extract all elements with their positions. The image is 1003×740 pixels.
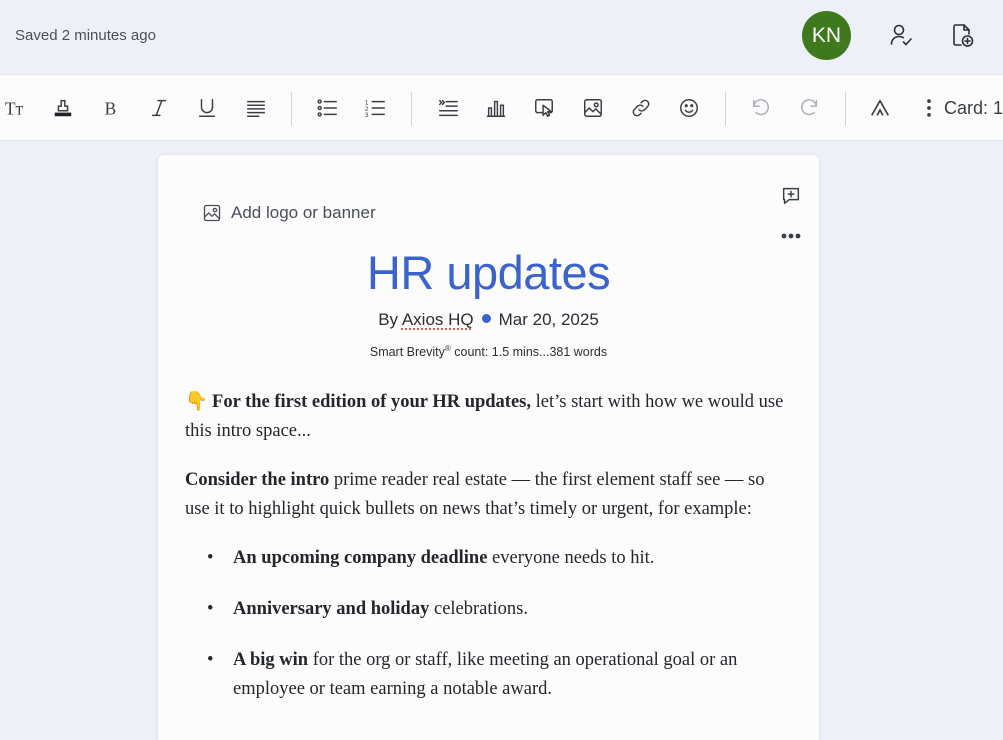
image-icon: [203, 204, 221, 222]
redo-icon[interactable]: [796, 95, 822, 121]
add-logo-button[interactable]: Add logo or banner: [202, 203, 376, 223]
paragraph-bold-lead: Consider the intro: [185, 470, 330, 490]
quote-icon[interactable]: [435, 95, 461, 121]
list-item: A big win for the org or staff, like mee…: [207, 646, 785, 704]
brevity-count: count: 1.5 mins...381 words: [450, 345, 608, 360]
toolbar-divider: [725, 92, 726, 126]
document-card: Add logo or banner HR updates By Axios H…: [158, 155, 819, 740]
publish-date[interactable]: Mar 20, 2025: [499, 310, 599, 329]
pointing-down-emoji: 👇: [185, 392, 209, 412]
chart-icon[interactable]: [483, 95, 509, 121]
top-bar: Saved 2 minutes ago KN: [0, 0, 1003, 74]
formatting-toolbar: Tт B 123 Card: 1: [0, 74, 1003, 141]
byline-prefix: By: [378, 310, 399, 329]
image-icon[interactable]: [580, 95, 606, 121]
svg-text:3: 3: [365, 112, 369, 119]
byline: By Axios HQ Mar 20, 2025: [158, 310, 819, 330]
brevity-label: Smart Brevity: [369, 345, 445, 360]
paragraph-bold-lead: For the first edition of your HR updates…: [212, 392, 532, 412]
emoji-icon[interactable]: [676, 95, 702, 121]
bullet-text: for the org or staff, like meeting an op…: [233, 650, 738, 699]
intro-paragraph: 👇 For the first edition of your HR update…: [185, 388, 785, 446]
more-vertical-icon[interactable]: [916, 95, 942, 121]
user-check-icon[interactable]: [888, 21, 916, 49]
undo-icon[interactable]: [748, 95, 774, 121]
intro-paragraph: Consider the intro prime reader real est…: [185, 466, 785, 524]
page-title[interactable]: HR updates: [158, 245, 819, 300]
bulleted-list-icon[interactable]: [314, 95, 340, 121]
list-item: Anniversary and holiday celebrations.: [207, 595, 785, 624]
link-icon[interactable]: [628, 95, 654, 121]
list-item: An upcoming company deadline everyone ne…: [207, 544, 785, 573]
card-counter[interactable]: Card: 13: [944, 98, 1003, 119]
button-icon[interactable]: [531, 95, 557, 121]
saved-status: Saved 2 minutes ago: [15, 27, 156, 44]
document-body[interactable]: 👇 For the first edition of your HR update…: [185, 388, 785, 726]
bullet-bold-lead: A big win: [233, 650, 309, 670]
bullet-text: celebrations.: [429, 599, 528, 619]
bold-icon[interactable]: B: [98, 95, 124, 121]
italic-icon[interactable]: [146, 95, 172, 121]
bullet-bold-lead: An upcoming company deadline: [233, 548, 488, 568]
smart-brevity-count: Smart Brevity® count: 1.5 mins...381 wor…: [158, 344, 819, 359]
toolbar-divider: [845, 92, 846, 126]
bullet-bold-lead: Anniversary and holiday: [233, 599, 430, 619]
author-name[interactable]: Axios HQ: [402, 310, 474, 329]
highlight-icon[interactable]: [50, 95, 76, 121]
svg-text:B: B: [105, 98, 117, 118]
byline-separator-dot: [481, 314, 491, 323]
align-icon[interactable]: [243, 95, 269, 121]
axios-icon[interactable]: [867, 95, 893, 121]
toolbar-divider: [411, 92, 412, 126]
text-style-icon[interactable]: Tт: [2, 95, 28, 121]
add-comment-icon[interactable]: [780, 185, 802, 212]
underline-icon[interactable]: [194, 95, 220, 121]
numbered-list-icon[interactable]: 123: [362, 95, 388, 121]
svg-text:Tт: Tт: [5, 98, 24, 118]
bullet-text: everyone needs to hit.: [487, 548, 655, 568]
add-logo-label: Add logo or banner: [231, 203, 376, 222]
toolbar-divider: [291, 92, 292, 126]
bullet-list: An upcoming company deadline everyone ne…: [207, 544, 785, 704]
avatar[interactable]: KN: [802, 11, 851, 60]
add-document-icon[interactable]: [948, 21, 976, 49]
